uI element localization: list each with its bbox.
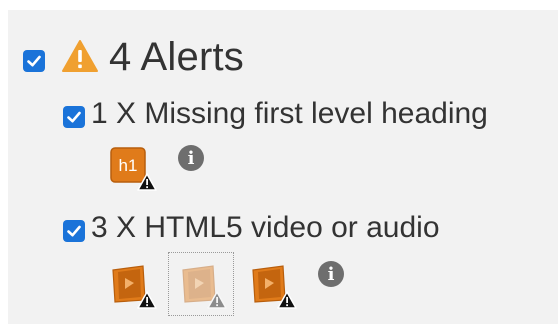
info-icon[interactable]: i <box>318 261 344 287</box>
alert-item-html5-media: 3 X HTML5 video or audio <box>63 210 440 246</box>
alert-item-label: 3 X HTML5 video or audio <box>91 211 440 244</box>
video-alert-icon[interactable] <box>250 264 297 309</box>
video-alert-icon[interactable] <box>110 264 157 309</box>
video-alert-icon-selected[interactable] <box>180 264 227 309</box>
checkmark-icon <box>27 55 41 67</box>
info-icon[interactable]: i <box>178 145 204 171</box>
alerts-count-title: 4 Alerts <box>109 34 244 79</box>
heading-h1-alert-icon[interactable]: h1 <box>110 146 157 191</box>
warning-triangle-icon <box>61 39 99 78</box>
h1-icon-text: h1 <box>119 156 138 175</box>
alerts-header: 4 Alerts <box>23 34 244 80</box>
checkmark-icon <box>67 111 81 123</box>
alert-item-missing-h1: 1 X Missing first level heading <box>63 96 488 132</box>
alert-item-checkbox[interactable] <box>63 106 85 128</box>
alert-item-label: 1 X Missing first level heading <box>91 97 488 130</box>
alerts-select-all-checkbox[interactable] <box>23 50 45 72</box>
alert-item-checkbox[interactable] <box>63 220 85 242</box>
checkmark-icon <box>67 225 81 237</box>
